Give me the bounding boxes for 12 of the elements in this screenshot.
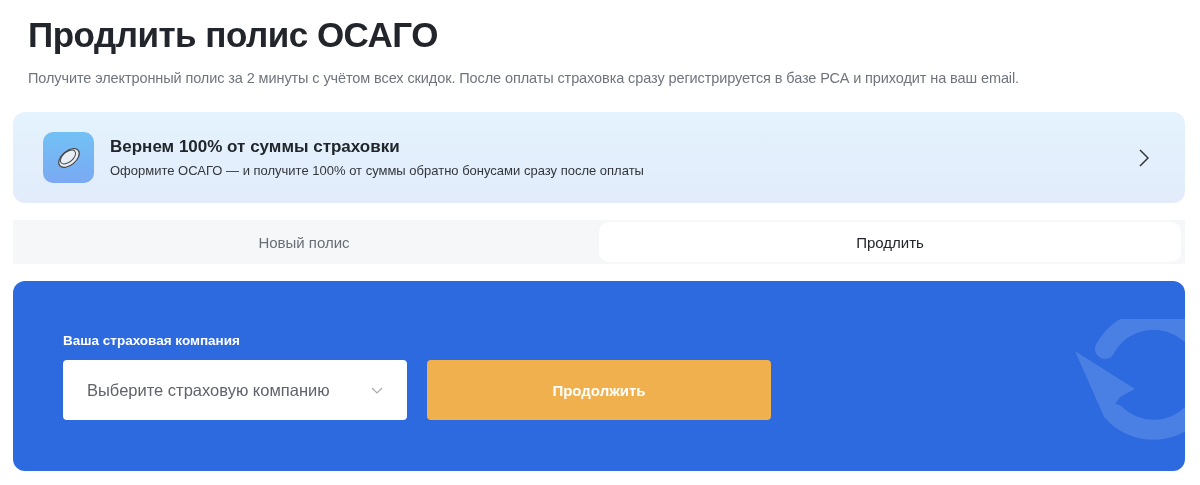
promo-text: Оформите ОСАГО — и получите 100% от суммы обратно бонусами сразу после оплаты [110, 163, 645, 178]
caret-icon [371, 386, 383, 394]
tab[interactable]: Новый полис [13, 222, 595, 262]
coin-icon [43, 132, 94, 183]
promo-title: Вернем 100% от суммы страховки [110, 137, 401, 157]
tab[interactable]: Продлить [599, 222, 1181, 262]
company-select[interactable]: Выберите страховую компанию [63, 360, 407, 420]
field-label: Ваша страховая компания [63, 333, 241, 348]
page-title: Продлить полис ОСАГО [28, 14, 439, 56]
page-subtitle: Получите электронный полис за 2 минуты с учётом всех скидок. После оплаты страховка сразу регистрируется в базе РСА и приходит на ваш email. [28, 69, 1021, 88]
promo-banner[interactable]: Вернем 100% от суммы страховки Оформите ОСАГО — и получите 100% от суммы обратно бонусами сразу после оплаты [13, 112, 1185, 203]
chevron-right-icon [1139, 148, 1149, 167]
